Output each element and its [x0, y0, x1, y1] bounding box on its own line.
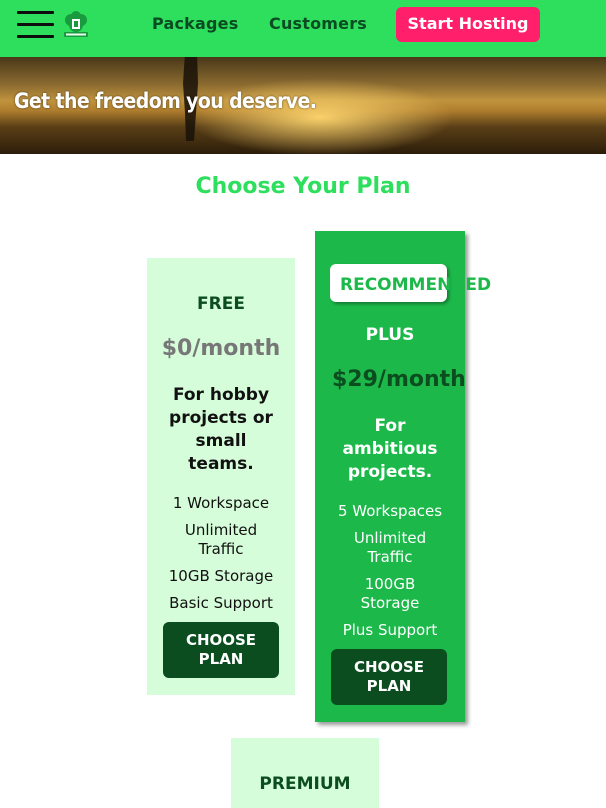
- choose-plan-button-free[interactable]: CHOOSE PLAN: [163, 622, 279, 678]
- choose-plan-button-plus[interactable]: CHOOSE PLAN: [331, 649, 447, 705]
- hero-banner: Get the freedom you deserve.: [0, 57, 606, 154]
- start-hosting-button[interactable]: Start Hosting: [396, 7, 540, 42]
- plan-feature: Plus Support: [342, 621, 438, 639]
- plan-feature-list: 5 Workspaces Unlimited Traffic 100GB Sto…: [315, 502, 465, 648]
- plan-name: PLUS: [365, 325, 415, 345]
- plan-feature: 5 Workspaces: [337, 502, 443, 520]
- plan-name: PREMIUM: [259, 774, 351, 794]
- plan-card-plus: RECOMMENDED PLUS $29/month For ambitious…: [315, 231, 491, 722]
- plan-card-free: FREE $0/month For hobby projects or smal…: [147, 258, 295, 695]
- nav-link-customers[interactable]: Customers: [269, 14, 367, 33]
- plan-feature: 10GB Storage: [168, 567, 274, 585]
- plan-feature: Unlimited Traffic: [353, 529, 427, 566]
- recommended-badge-label: RECOMMENDED: [340, 275, 492, 295]
- nav-link-packages[interactable]: Packages: [152, 14, 238, 33]
- section-title: Choose Your Plan: [195, 174, 411, 199]
- plan-tagline: For ambitious projects.: [342, 416, 438, 482]
- plan-price: $29/month: [332, 367, 466, 392]
- plan-feature: Unlimited Traffic: [184, 521, 258, 558]
- logo-icon[interactable]: [63, 11, 89, 38]
- plan-feature-list: 1 Workspace Unlimited Traffic 10GB Stora…: [147, 494, 295, 621]
- plan-feature: 100GB Storage: [360, 575, 420, 612]
- plan-feature: 1 Workspace: [172, 494, 270, 512]
- top-navigation-bar: Packages Customers Start Hosting: [0, 0, 606, 57]
- hero-headline: Get the freedom you deserve.: [14, 89, 317, 113]
- plan-tagline: For hobby projects or small teams.: [169, 385, 273, 474]
- plan-feature: Basic Support: [169, 594, 273, 612]
- plan-card-premium: PREMIUM: [231, 738, 379, 808]
- hamburger-menu-icon[interactable]: [17, 10, 54, 40]
- plan-price: $0/month: [161, 336, 281, 361]
- plan-name: FREE: [197, 294, 245, 314]
